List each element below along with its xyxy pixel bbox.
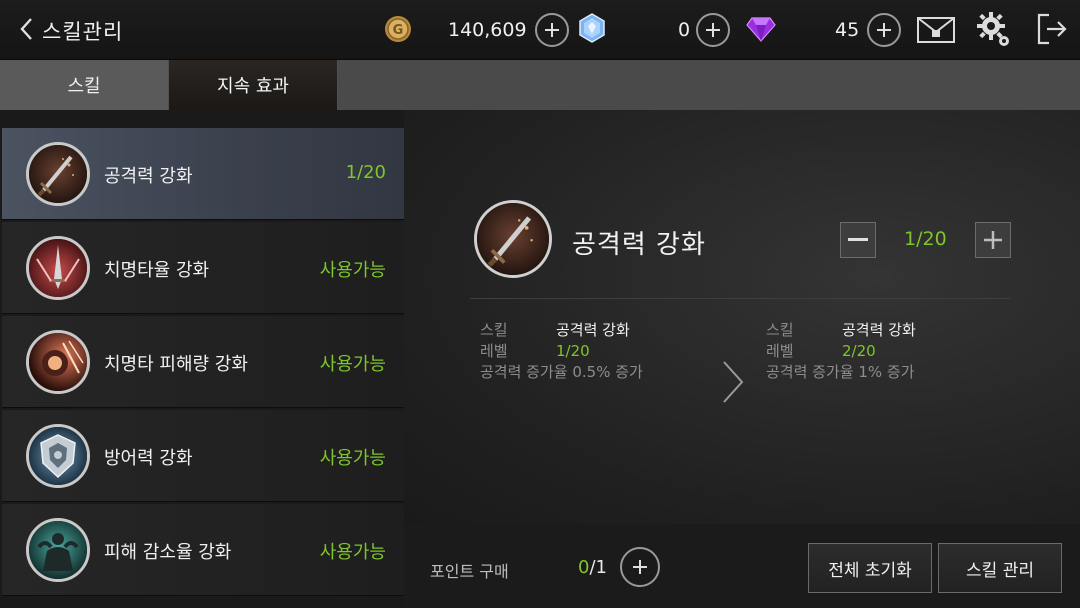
skill-name: 치명타율 강화: [104, 260, 210, 281]
points-counter: 0/1: [578, 557, 607, 578]
current-level-info: 스킬 공격력 강화 레벨 1/20 공격력 증가율 0.5% 증가: [480, 320, 643, 383]
increase-level-button[interactable]: [975, 222, 1011, 258]
tab-bar-filler: [338, 60, 1080, 110]
gold-amount: 140,609: [448, 19, 527, 41]
skill-name: 피해 감소율 강화: [104, 542, 232, 563]
reset-all-button[interactable]: 전체 초기화: [808, 543, 932, 593]
settings-gear-icon[interactable]: [976, 10, 1012, 52]
add-gold-button[interactable]: [534, 13, 569, 47]
gem-amount-group: 45: [835, 12, 902, 48]
svg-text:G: G: [393, 23, 404, 38]
effect-text: 공격력 증가율 1% 증가: [766, 363, 915, 381]
tab-bar: 스킬 지속 효과: [0, 60, 1080, 110]
skill-list-item[interactable]: 피해 감소율 강화 사용가능: [2, 504, 404, 596]
chevron-right-icon: [720, 360, 746, 408]
logout-icon[interactable]: [1036, 12, 1068, 50]
points-total: /1: [589, 557, 607, 578]
divider: [470, 298, 1010, 299]
points-purchase-label: 포인트 구매: [430, 562, 509, 581]
skill-name: 방어력 강화: [104, 448, 193, 469]
tab-passive-effects[interactable]: 지속 효과: [169, 60, 337, 110]
sword-icon: [26, 142, 90, 206]
skill-status: 1/20: [345, 162, 386, 183]
critical-damage-icon: [26, 330, 90, 394]
skill-detail-panel: 공격력 강화 1/20 스킬 공격력 강화 레벨 1/20 공격력 증가율 0.5%…: [404, 110, 1080, 524]
skill-label: 스킬: [480, 321, 508, 339]
crystal-amount-group: 0: [678, 12, 731, 48]
skill-value: 공격력 강화: [842, 321, 916, 339]
skill-status: 사용가능: [319, 354, 386, 375]
points-used: 0: [578, 557, 590, 578]
add-gem-button[interactable]: [867, 13, 902, 47]
skill-status: 사용가능: [319, 260, 386, 281]
effect-text: 공격력 증가율 0.5% 증가: [480, 363, 643, 381]
skill-name: 공격력 강화: [104, 166, 193, 187]
skill-list-item[interactable]: 방어력 강화 사용가능: [2, 410, 404, 502]
gold-amount-group: 140,609: [448, 12, 569, 48]
mail-icon[interactable]: [916, 15, 956, 49]
skill-manage-button[interactable]: 스킬 관리: [938, 543, 1062, 593]
level-value: 1/20: [556, 342, 590, 360]
top-bar: 스킬관리 G 140,609 0 45: [0, 0, 1080, 60]
level-value: 2/20: [842, 342, 876, 360]
back-icon[interactable]: [14, 14, 44, 44]
critical-slash-icon: [26, 236, 90, 300]
skill-value: 공격력 강화: [556, 321, 630, 339]
page-title: 스킬관리: [42, 20, 124, 44]
skill-list-item[interactable]: 공격력 강화 1/20: [2, 128, 404, 220]
skill-list: 공격력 강화 1/20 치명타율 강화 사용가능 치명타 피해량 강화 사용가능…: [0, 110, 404, 608]
decrease-level-button[interactable]: [840, 222, 876, 258]
armor-icon: [26, 424, 90, 488]
level-label: 레벨: [480, 342, 508, 360]
crystal-amount: 0: [678, 19, 691, 41]
crystal-icon: [576, 12, 608, 48]
bottom-bar: 포인트 구매 0/1 전체 초기화 스킬 관리: [404, 524, 1080, 608]
skill-list-item[interactable]: 치명타율 강화 사용가능: [2, 222, 404, 314]
next-level-info: 스킬 공격력 강화 레벨 2/20 공격력 증가율 1% 증가: [766, 320, 916, 383]
tab-skill[interactable]: 스킬: [0, 60, 168, 110]
detail-skill-name: 공격력 강화: [572, 230, 706, 260]
skill-name: 치명타 피해량 강화: [104, 354, 248, 375]
skill-label: 스킬: [766, 321, 794, 339]
damage-reduction-icon: [26, 518, 90, 582]
skill-status: 사용가능: [319, 448, 386, 469]
buy-points-button[interactable]: [620, 547, 660, 587]
gem-amount: 45: [835, 19, 860, 41]
sword-icon: [474, 200, 552, 278]
gold-coin-icon: G: [384, 15, 412, 47]
skill-status: 사용가능: [319, 542, 386, 563]
detail-skill-level: 1/20: [904, 228, 947, 250]
add-crystal-button[interactable]: [696, 13, 731, 47]
level-label: 레벨: [766, 342, 794, 360]
skill-list-item[interactable]: 치명타 피해량 강화 사용가능: [2, 316, 404, 408]
purple-gem-icon: [746, 16, 776, 46]
